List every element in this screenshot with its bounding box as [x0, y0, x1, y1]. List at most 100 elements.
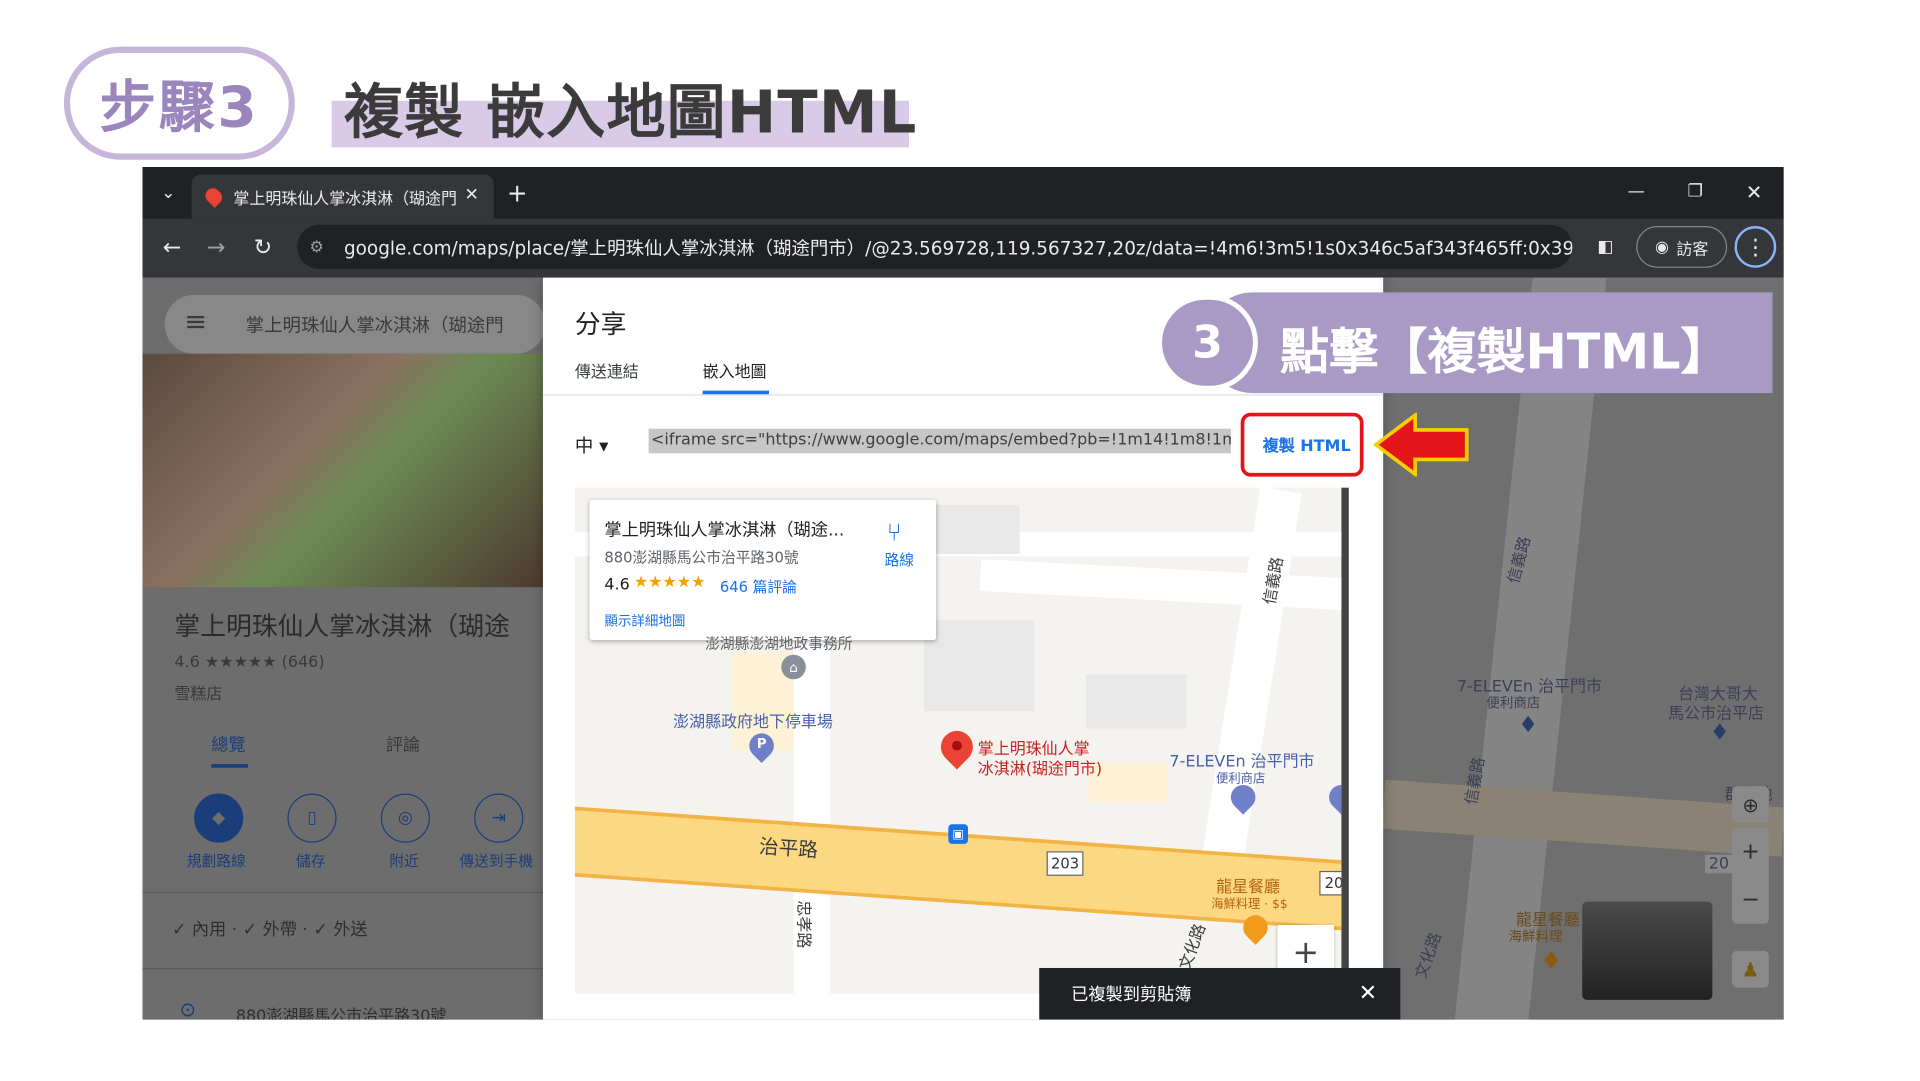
zoom-out-icon[interactable]: − [1741, 887, 1760, 913]
zoom-control[interactable]: + − [1732, 827, 1769, 924]
size-dropdown[interactable]: 中 ▾ [575, 432, 609, 458]
place-name: 掌上明珠仙人掌冰淇淋（瑚途 [174, 611, 510, 642]
guest-label: 訪客 [1676, 240, 1709, 259]
card-rating: 4.6 [604, 576, 630, 595]
tab-send-link[interactable]: 傳送連結 [575, 359, 639, 382]
bookmark-icon: ▯ [307, 808, 317, 828]
place-info-card: 掌上明珠仙人掌冰淇淋（瑚途... 880澎湖縣馬公市治平路30號 4.6 ★★★… [589, 499, 937, 640]
nearby-icon: ◎ [397, 808, 413, 828]
profile-icon: ◉ [1655, 237, 1669, 257]
poi-sublabel: 海鮮料理 [1508, 928, 1563, 945]
building [923, 620, 1035, 712]
tab-search-icon[interactable]: ⌄ [155, 179, 182, 206]
location-pin-icon: ⊙ [179, 997, 196, 1020]
map-label-place: 冰淇淋(瑚途門市) [977, 760, 1103, 779]
tab-embed-map[interactable]: 嵌入地圖 [703, 359, 767, 382]
place-category: 雪糕店 [174, 685, 223, 704]
directions-button[interactable]: ◆ [194, 793, 244, 843]
tab-reviews[interactable]: 評論 [386, 732, 420, 757]
browser-toolbar: ← → ↻ google.com/maps/place/掌上明珠仙人掌冰淇淋（瑚… [142, 218, 1784, 278]
my-location-icon[interactable]: ⊕ [1732, 786, 1769, 824]
reload-icon[interactable]: ↻ [251, 233, 276, 260]
step-title: 複製 嵌入地圖HTML [343, 78, 918, 148]
building [1085, 674, 1187, 729]
bus-stop-icon[interactable]: ▣ [948, 824, 968, 844]
service-options: ✓ 內用 · ✓ 外帶 · ✓ 外送 [171, 920, 368, 940]
map-label-wenhua-road: 文化路 [1176, 921, 1211, 973]
callout-text: 點擊【複製HTML】 [1279, 324, 1730, 381]
nearby-label: 附近 [389, 852, 419, 870]
card-reviews-link[interactable]: 646 篇評論 [720, 576, 797, 597]
phone-icon: ⇥ [491, 808, 506, 828]
rating-stars: ★★★★★ [204, 653, 277, 672]
street-view-thumbnail[interactable] [1582, 901, 1713, 1000]
map-label-longxing-sub: 海鮮料理 · $$ [1211, 897, 1288, 912]
nearby-button[interactable]: ◎ [380, 793, 430, 843]
minimize-button[interactable]: — [1624, 177, 1649, 206]
forward-arrow-icon[interactable]: → [204, 233, 229, 260]
place-photo[interactable] [142, 353, 543, 588]
close-window-button[interactable]: ✕ [1742, 177, 1767, 206]
chrome-menu-icon[interactable]: ⋮ [1734, 226, 1777, 268]
rating-value: 4.6 [174, 653, 200, 672]
place-panel: 掌上明珠仙人掌冰淇淋（瑚途門 ≡ 掌上明珠仙人掌冰淇淋（瑚途 4.6 ★★★★★… [142, 277, 546, 1020]
card-address: 880澎湖縣馬公市治平路30號 [604, 549, 799, 567]
building [923, 504, 1020, 555]
card-directions-link[interactable]: 路線 [884, 549, 914, 570]
embed-map-preview[interactable]: 掌上明珠仙人掌冰淇淋（瑚途... 880澎湖縣馬公市治平路30號 4.6 ★★★… [574, 487, 1349, 994]
zoom-in-icon[interactable]: + [1741, 839, 1760, 865]
restore-button[interactable]: ❐ [1683, 177, 1708, 206]
hamburger-menu-icon[interactable]: ≡ [184, 307, 207, 338]
divider [542, 394, 1384, 396]
callout-step-number: 3 [1157, 294, 1258, 391]
step-badge: 步驟3 [63, 46, 295, 160]
map-label-zhongxiao-road: 忠孝路 [793, 900, 812, 949]
site-settings-icon[interactable]: ⚙ [310, 238, 324, 256]
tab-indicator [211, 764, 249, 768]
side-panel-icon[interactable]: ◧ [1592, 233, 1619, 260]
save-label: 儲存 [296, 852, 326, 870]
restaurant-pin-icon[interactable]: ♦ [1540, 946, 1562, 975]
new-tab-button[interactable]: + [504, 178, 531, 207]
shop-pin-icon[interactable]: ♦ [1710, 720, 1730, 746]
maps-pin-icon [202, 185, 226, 208]
red-arrow-icon [1373, 412, 1469, 477]
map-label-zhiping-road: 治平路 [758, 834, 819, 862]
address-bar[interactable]: google.com/maps/place/掌上明珠仙人掌冰淇淋（瑚途門市）/@… [297, 224, 1573, 270]
route-shield: 20 [1705, 854, 1733, 874]
tab-bar: ⌄ 掌上明珠仙人掌冰淇淋（瑚途門 ✕ + — ❐ ✕ [142, 167, 1784, 219]
poi-sublabel: 便利商店 [1486, 695, 1541, 712]
toast-text: 已複製到剪貼簿 [1071, 985, 1192, 1005]
copied-toast: 已複製到剪貼簿 [1039, 967, 1401, 1020]
send-to-phone-label: 傳送到手機 [459, 852, 534, 870]
map-label-seven-sub: 便利商店 [1216, 772, 1266, 787]
tab-overview[interactable]: 總覽 [211, 732, 245, 757]
road [979, 559, 1342, 611]
place-address[interactable]: 880澎湖縣馬公市治平路30號 [236, 1002, 446, 1019]
shop-pin-icon[interactable] [1324, 779, 1342, 815]
route-shield: 20 [1319, 870, 1342, 896]
government-icon[interactable]: ⌂ [781, 654, 806, 680]
road [1381, 779, 1784, 857]
view-larger-map-link[interactable]: 顯示詳細地圖 [604, 611, 685, 631]
directions-icon[interactable]: ⑂ [887, 517, 902, 546]
embed-code-field[interactable]: <iframe src="https://www.google.com/maps… [648, 428, 1231, 454]
map-label-parking: 澎湖縣政府地下停車場 [673, 713, 833, 733]
tab-close-icon[interactable]: ✕ [459, 182, 484, 209]
back-arrow-icon[interactable]: ← [160, 233, 185, 260]
maps-search-input[interactable]: 掌上明珠仙人掌冰淇淋（瑚途門 [164, 294, 546, 354]
route-shield: 203 [1046, 851, 1084, 876]
shop-pin-icon[interactable]: ♦ [1518, 712, 1538, 738]
directions-icon: ◆ [212, 808, 226, 828]
send-to-phone-button[interactable]: ⇥ [474, 793, 524, 843]
place-rating: 4.6 ★★★★★ (646) [174, 654, 324, 672]
tab-title: 掌上明珠仙人掌冰淇淋（瑚途門 [233, 189, 457, 209]
toast-close-icon[interactable]: ✕ [1359, 980, 1378, 1006]
browser-tab[interactable]: 掌上明珠仙人掌冰淇淋（瑚途門 [191, 174, 494, 219]
map-label-land-office: 澎湖縣澎湖地政事務所 [705, 635, 853, 653]
pegman-icon[interactable]: ♟ [1732, 950, 1769, 988]
save-button[interactable]: ▯ [287, 793, 337, 843]
divider [142, 967, 543, 970]
guest-profile-button[interactable]: ◉ 訪客 [1636, 226, 1728, 268]
copy-html-highlight-box [1240, 412, 1364, 477]
